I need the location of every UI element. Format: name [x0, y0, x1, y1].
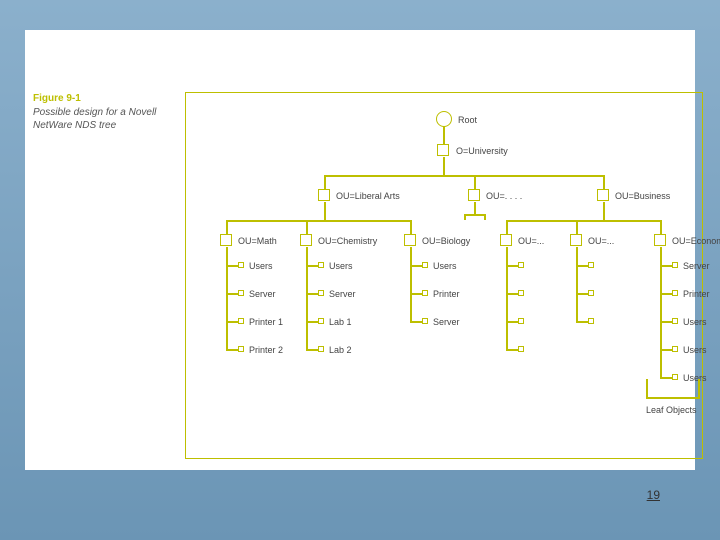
nds-tree-diagram: Root O=University OU=Liberal Arts OU=. .… — [185, 92, 703, 459]
figure-number: Figure 9-1 — [33, 93, 81, 104]
ou-math-label: OU=Math — [238, 236, 277, 246]
ou-chemistry-label: OU=Chemistry — [318, 236, 377, 246]
leaf-icon — [672, 290, 678, 296]
leaf-icon — [588, 290, 594, 296]
org-icon — [437, 144, 449, 156]
figure-caption: Figure 9-1 Possible design for a Novell … — [33, 92, 163, 133]
org-label: O=University — [456, 146, 508, 156]
bio-item-1: Printer — [433, 289, 460, 299]
ou-chemistry-icon — [300, 234, 312, 246]
ou-economics-label: OU=Economics — [672, 236, 720, 246]
leaf-icon — [518, 262, 524, 268]
leaf-icon — [238, 346, 244, 352]
leaf-icon — [318, 290, 324, 296]
leaf-icon — [422, 318, 428, 324]
chem-item-1: Server — [329, 289, 356, 299]
ou-math-icon — [220, 234, 232, 246]
ou-business-icon — [597, 189, 609, 201]
leaf-icon — [318, 318, 324, 324]
leaf-icon — [518, 290, 524, 296]
bio-item-0: Users — [433, 261, 457, 271]
econ-item-3: Users — [683, 345, 707, 355]
econ-item-4: Users — [683, 373, 707, 383]
leaf-icon — [422, 290, 428, 296]
ou-ellipsis-icon — [468, 189, 480, 201]
leaf-icon — [672, 318, 678, 324]
ou-business-label: OU=Business — [615, 191, 670, 201]
root-icon — [436, 111, 452, 127]
ou-liberal-arts-icon — [318, 189, 330, 201]
leaf-icon — [318, 262, 324, 268]
leaf-icon — [238, 318, 244, 324]
ou-economics-icon — [654, 234, 666, 246]
leaf-icon — [518, 346, 524, 352]
math-item-3: Printer 2 — [249, 345, 283, 355]
econ-item-2: Users — [683, 317, 707, 327]
leaf-objects-label: Leaf Objects — [646, 405, 697, 415]
ou-bus-b-label: OU=... — [588, 236, 614, 246]
leaf-icon — [518, 318, 524, 324]
chem-item-0: Users — [329, 261, 353, 271]
ou-liberal-arts-label: OU=Liberal Arts — [336, 191, 400, 201]
leaf-icon — [238, 290, 244, 296]
bio-item-2: Server — [433, 317, 460, 327]
math-item-0: Users — [249, 261, 273, 271]
ou-ellipsis-label: OU=. . . . — [486, 191, 522, 201]
slide: Figure 9-1 Possible design for a Novell … — [25, 30, 695, 470]
leaf-icon — [588, 262, 594, 268]
figure-title: Possible design for a Novell NetWare NDS… — [33, 107, 156, 132]
leaf-icon — [318, 346, 324, 352]
page-number: 19 — [647, 488, 660, 502]
econ-item-0: Server — [683, 261, 710, 271]
root-label: Root — [458, 115, 477, 125]
ou-biology-label: OU=Biology — [422, 236, 470, 246]
ou-bus-a-icon — [500, 234, 512, 246]
ou-bus-a-label: OU=... — [518, 236, 544, 246]
ou-biology-icon — [404, 234, 416, 246]
leaf-icon — [588, 318, 594, 324]
chem-item-3: Lab 2 — [329, 345, 352, 355]
econ-item-1: Printer — [683, 289, 710, 299]
leaf-icon — [672, 346, 678, 352]
math-item-2: Printer 1 — [249, 317, 283, 327]
leaf-icon — [238, 262, 244, 268]
leaf-icon — [672, 374, 678, 380]
math-item-1: Server — [249, 289, 276, 299]
leaf-icon — [672, 262, 678, 268]
leaf-icon — [422, 262, 428, 268]
chem-item-2: Lab 1 — [329, 317, 352, 327]
ou-bus-b-icon — [570, 234, 582, 246]
